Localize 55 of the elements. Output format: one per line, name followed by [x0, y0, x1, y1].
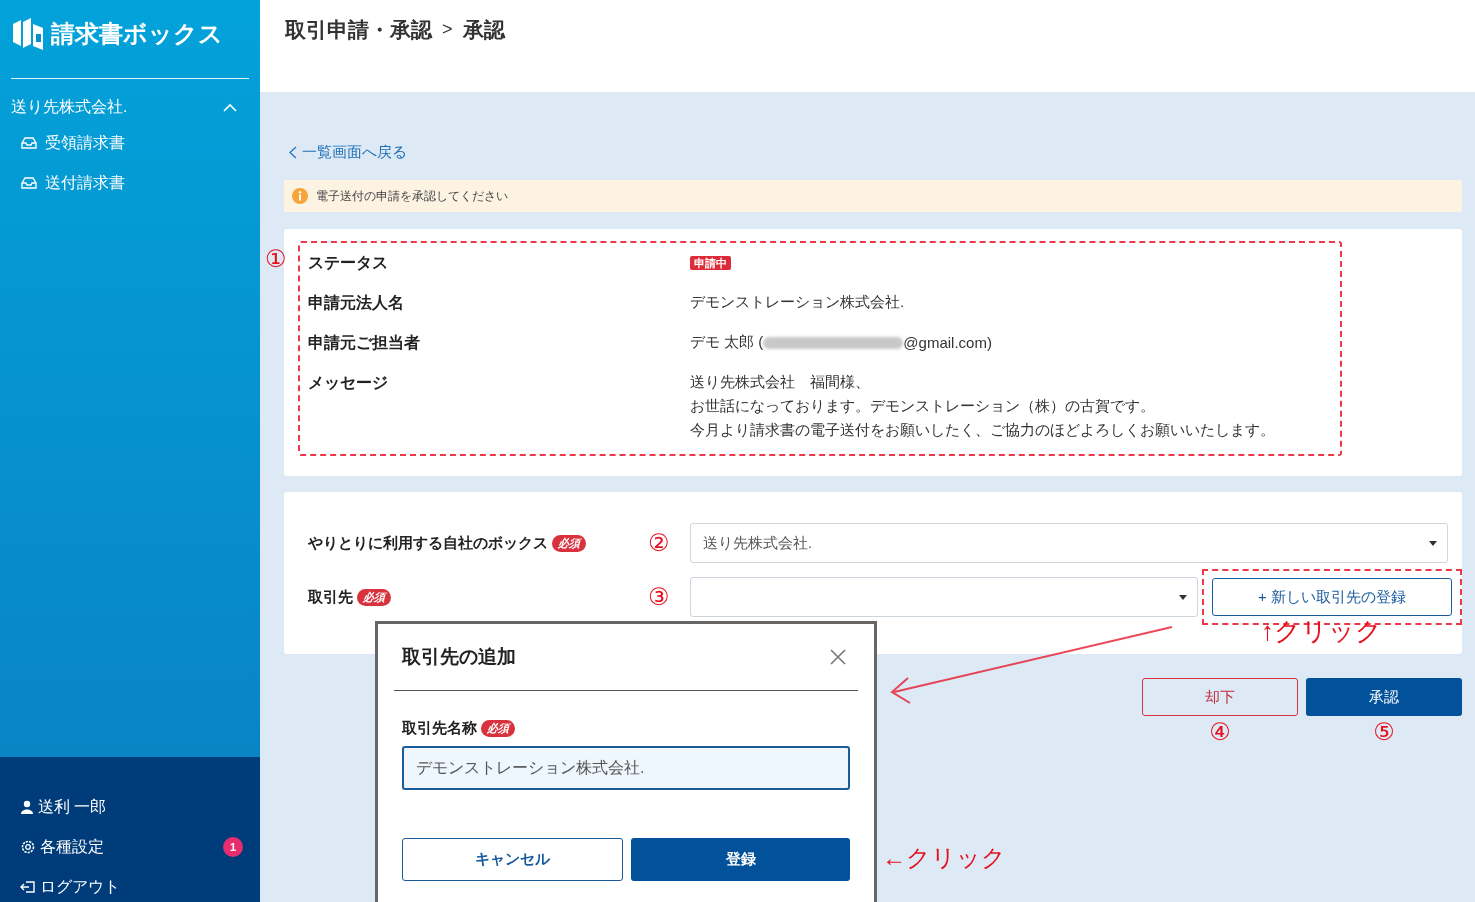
annotation-number: ④: [1209, 718, 1231, 746]
input-field[interactable]: デモンストレーション株式会社.: [402, 746, 850, 790]
select-field[interactable]: [690, 577, 1198, 617]
annotation-number: ①: [265, 245, 287, 273]
annotation-number: ⑤: [1373, 718, 1395, 746]
close-icon[interactable]: [830, 649, 846, 665]
field-label: 取引先: [308, 587, 353, 607]
sidebar-link[interactable]: 送利 一郎: [38, 796, 243, 818]
annotation-text: ↑クリック: [1261, 615, 1382, 648]
field-value: デモンストレーション株式会社.: [690, 293, 905, 310]
field-label: 申請元ご担当者: [308, 333, 421, 353]
contact-name: デモ 太郎 (: [690, 333, 764, 352]
dialog-title: 取引先の追加: [402, 645, 516, 669]
message-line: 送り先株式会社 福間様、: [690, 372, 871, 392]
cancel-button[interactable]: キャンセル: [402, 838, 623, 881]
status-badge: 申請中: [690, 256, 731, 270]
register-button[interactable]: 登録: [631, 838, 850, 881]
chevron-left-icon: [288, 145, 297, 159]
alert-text: 電子送付の申請を承認してください: [316, 187, 508, 205]
user-icon: [20, 800, 34, 814]
approve-button[interactable]: 承認: [1306, 678, 1462, 716]
logo-icon: [11, 16, 45, 52]
reject-button[interactable]: 却下: [1142, 678, 1298, 716]
dropdown-icon: [1429, 540, 1437, 546]
field-label: ステータス: [308, 253, 389, 273]
required-badge: 必須: [481, 720, 515, 737]
message-line: お世話になっております。デモンストレーション（株）の古賀です。: [690, 396, 1156, 416]
sidebar-link[interactable]: 各種設定: [40, 836, 219, 858]
field-label: 取引先名称: [402, 719, 477, 738]
message-line: 今月より請求書の電子送付をお願いしたく、ご協力のほどよろしくお願いいたします。: [690, 420, 1275, 440]
annotation-number: ③: [648, 583, 671, 611]
notification-badge: 1: [223, 837, 243, 857]
info-icon: [292, 188, 308, 204]
gear-icon: [20, 839, 36, 855]
field-label: やりとりに利用する自社のボックス: [308, 533, 548, 553]
breadcrumb-item: 承認: [462, 17, 505, 43]
required-badge: 必須: [357, 588, 391, 606]
field-label: 申請元法人名: [308, 293, 405, 313]
field-label: メッセージ: [308, 373, 389, 393]
logout-icon: [20, 880, 36, 894]
inbox-icon: [21, 137, 37, 149]
new-partner-button[interactable]: + 新しい取引先の登録: [1212, 578, 1452, 616]
dropdown-icon: [1179, 594, 1187, 600]
annotation-number: ②: [648, 529, 671, 557]
required-badge: 必須: [552, 534, 586, 552]
select-field[interactable]: 送り先株式会社.: [690, 523, 1448, 563]
logo-text: 請求書ボックス: [51, 19, 223, 49]
breadcrumb-item: 取引申請・承認: [285, 17, 432, 43]
email-domain: @gmail.com): [903, 334, 992, 351]
sidebar-link[interactable]: ログアウト: [40, 876, 243, 898]
chevron-icon: [223, 102, 237, 112]
inbox-icon: [21, 177, 37, 189]
breadcrumb-separator: >: [442, 19, 453, 40]
annotation-text: ←クリック: [882, 843, 1006, 873]
back-link[interactable]: 一覧画面へ戻る: [302, 142, 407, 162]
